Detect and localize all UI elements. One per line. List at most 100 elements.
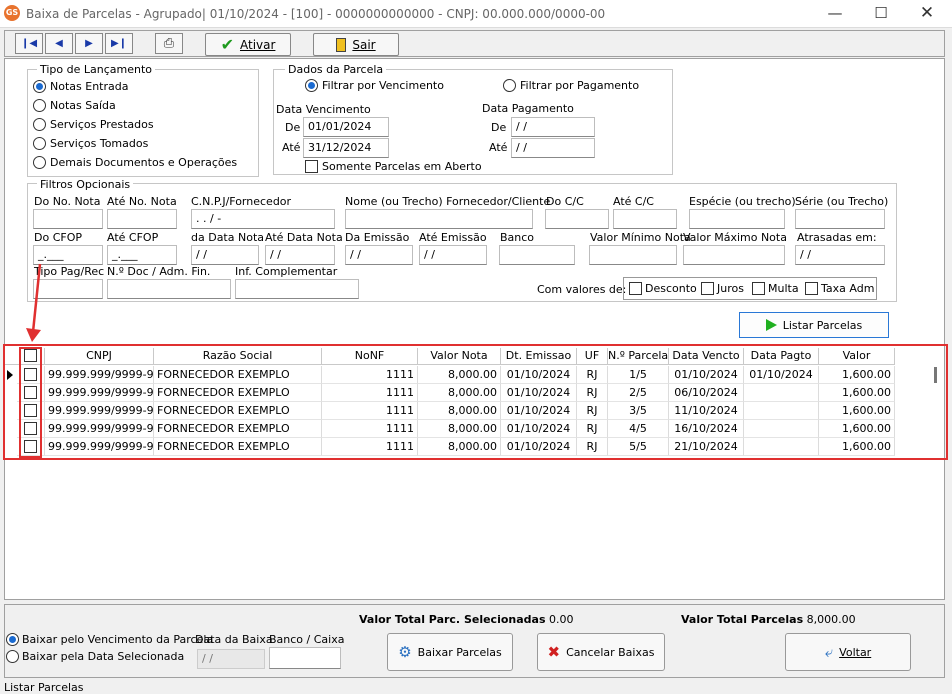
ate-cc-input[interactable] <box>613 209 677 229</box>
especie-input[interactable] <box>689 209 785 229</box>
highlight-grid-box <box>3 344 948 460</box>
desconto-checkbox[interactable]: Desconto <box>629 282 697 295</box>
com-valores-label: Com valores de: <box>537 283 627 296</box>
taxa-adm-checkbox[interactable]: Taxa Adm <box>805 282 874 295</box>
do-cc-label: Do C/C <box>546 195 584 208</box>
radio-icon <box>503 79 516 92</box>
radio-icon <box>33 98 46 112</box>
voltar-button[interactable]: ⤶ Voltar <box>785 633 911 671</box>
juros-checkbox[interactable]: Juros <box>701 282 744 295</box>
baixar-parcelas-button[interactable]: ⚙ Baixar Parcelas <box>387 633 513 671</box>
radio-icon <box>6 650 19 663</box>
do-cc-input[interactable] <box>545 209 609 229</box>
radio-demais-documentos[interactable]: Demais Documentos e Operações <box>33 155 237 169</box>
data-vencimento-label: Data Vencimento <box>276 103 371 116</box>
valor-maximo-input[interactable] <box>683 245 785 265</box>
prev-record-icon[interactable]: ◀ <box>45 33 73 54</box>
cnpj-fornecedor-input[interactable]: . . / - <box>191 209 335 229</box>
gear-icon: ⚙ <box>398 643 412 661</box>
checkmark-icon: ✔ <box>220 35 234 54</box>
pag-de-input[interactable]: / / <box>511 117 595 137</box>
data-baixa-input[interactable]: / / <box>197 649 265 669</box>
banco-input[interactable] <box>499 245 575 265</box>
venc-de-label: De <box>285 121 301 134</box>
multa-checkbox[interactable]: Multa <box>752 282 799 295</box>
tipo-lancamento-options: Notas Entrada Notas Saída Serviços Prest… <box>33 79 237 169</box>
app-icon: GS <box>4 5 20 21</box>
checkbox-icon <box>752 282 765 295</box>
n-doc-label: N.º Doc / Adm. Fin. <box>107 265 211 278</box>
banco-caixa-label: Banco / Caixa <box>269 633 345 646</box>
data-baixa-label: Data da Baixa <box>195 633 273 646</box>
cnpj-fornecedor-label: C.N.P.J/Fornecedor <box>191 195 292 208</box>
valor-minimo-input[interactable] <box>589 245 677 265</box>
checkbox-icon <box>629 282 642 295</box>
play-icon <box>765 319 777 331</box>
listar-parcelas-button[interactable]: Listar Parcelas <box>739 312 889 338</box>
ate-no-nota-input[interactable] <box>107 209 177 229</box>
filtros-opcionais-legend: Filtros Opcionais <box>37 178 134 191</box>
radio-baixar-data[interactable]: Baixar pela Data Selecionada <box>6 650 184 663</box>
radio-icon <box>33 117 46 131</box>
da-data-nota-input[interactable]: / / <box>191 245 259 265</box>
cancelar-baixas-button[interactable]: ✖ Cancelar Baixas <box>537 633 665 671</box>
main-panel: Tipo de Lançamento Notas Entrada Notas S… <box>4 58 945 600</box>
title-bar: GS Baixa de Parcelas - Agrupado| 01/10/2… <box>0 0 952 28</box>
banco-caixa-input[interactable] <box>269 647 341 669</box>
print-icon[interactable]: ⎙ <box>155 33 183 54</box>
n-doc-input[interactable] <box>107 279 231 299</box>
inf-comp-input[interactable] <box>235 279 359 299</box>
atrasadas-input[interactable]: / / <box>795 245 885 265</box>
data-pagamento-label: Data Pagamento <box>482 102 574 115</box>
dados-parcela-legend: Dados da Parcela <box>285 63 387 76</box>
radio-baixar-vencimento[interactable]: Baixar pelo Vencimento da Parcela <box>6 633 213 646</box>
serie-input[interactable] <box>795 209 885 229</box>
da-emissao-input[interactable]: / / <box>345 245 413 265</box>
nome-fornecedor-label: Nome (ou Trecho) Fornecedor/Cliente <box>345 195 551 208</box>
ate-cfop-input[interactable]: _.___ <box>107 245 177 265</box>
radio-servicos-prestados[interactable]: Serviços Prestados <box>33 117 237 131</box>
radio-icon <box>33 155 46 169</box>
pag-ate-input[interactable]: / / <box>511 138 595 158</box>
back-arrow-icon: ⤶ <box>824 643 834 661</box>
pag-ate-label: Até <box>489 141 508 154</box>
banco-label: Banco <box>500 231 535 244</box>
total-parcelas: Valor Total Parcelas 8,000.00 <box>681 613 856 626</box>
radio-icon <box>33 79 46 93</box>
maximize-icon[interactable]: ☐ <box>858 0 904 28</box>
highlight-checkbox-column <box>19 347 42 458</box>
radio-filtrar-pagamento[interactable]: Filtrar por Pagamento <box>503 79 639 92</box>
radio-notas-saida[interactable]: Notas Saída <box>33 98 237 112</box>
valor-maximo-label: Valor Máximo Nota <box>683 231 787 244</box>
nome-fornecedor-input[interactable] <box>345 209 533 229</box>
next-record-icon[interactable]: ▶ <box>75 33 103 54</box>
radio-filtrar-vencimento[interactable]: Filtrar por Vencimento <box>305 79 444 92</box>
da-data-nota-label: da Data Nota <box>191 231 264 244</box>
ate-data-nota-label: Até Data Nota <box>265 231 343 244</box>
especie-label: Espécie (ou trecho) <box>689 195 796 208</box>
venc-ate-input[interactable]: 31/12/2024 <box>303 138 389 158</box>
minimize-icon[interactable]: — <box>812 0 858 28</box>
do-no-nota-input[interactable] <box>33 209 103 229</box>
radio-servicos-tomados[interactable]: Serviços Tomados <box>33 136 237 150</box>
red-x-icon: ✖ <box>547 643 561 661</box>
last-record-icon[interactable]: ▶❙ <box>105 33 133 54</box>
checkbox-icon <box>305 160 318 173</box>
close-icon[interactable]: ✕ <box>904 0 950 28</box>
sair-button[interactable]: Sair <box>313 33 399 56</box>
ativar-button[interactable]: ✔ Ativar <box>205 33 291 56</box>
total-selecionadas: Valor Total Parc. Selecionadas 0.00 <box>359 613 574 626</box>
valor-minimo-label: Valor Mínimo Nota <box>590 231 691 244</box>
radio-icon <box>6 633 19 646</box>
venc-de-input[interactable]: 01/01/2024 <box>303 117 389 137</box>
serie-label: Série (ou Trecho) <box>795 195 889 208</box>
ate-data-nota-input[interactable]: / / <box>265 245 335 265</box>
somente-aberto-checkbox[interactable]: Somente Parcelas em Aberto <box>305 160 482 173</box>
bottom-panel: Valor Total Parc. Selecionadas 0.00 Valo… <box>4 604 945 678</box>
da-emissao-label: Da Emissão <box>345 231 410 244</box>
ate-emissao-label: Até Emissão <box>419 231 487 244</box>
radio-notas-entrada[interactable]: Notas Entrada <box>33 79 237 93</box>
checkbox-icon <box>805 282 818 295</box>
first-record-icon[interactable]: ❙◀ <box>15 33 43 54</box>
ate-emissao-input[interactable]: / / <box>419 245 487 265</box>
